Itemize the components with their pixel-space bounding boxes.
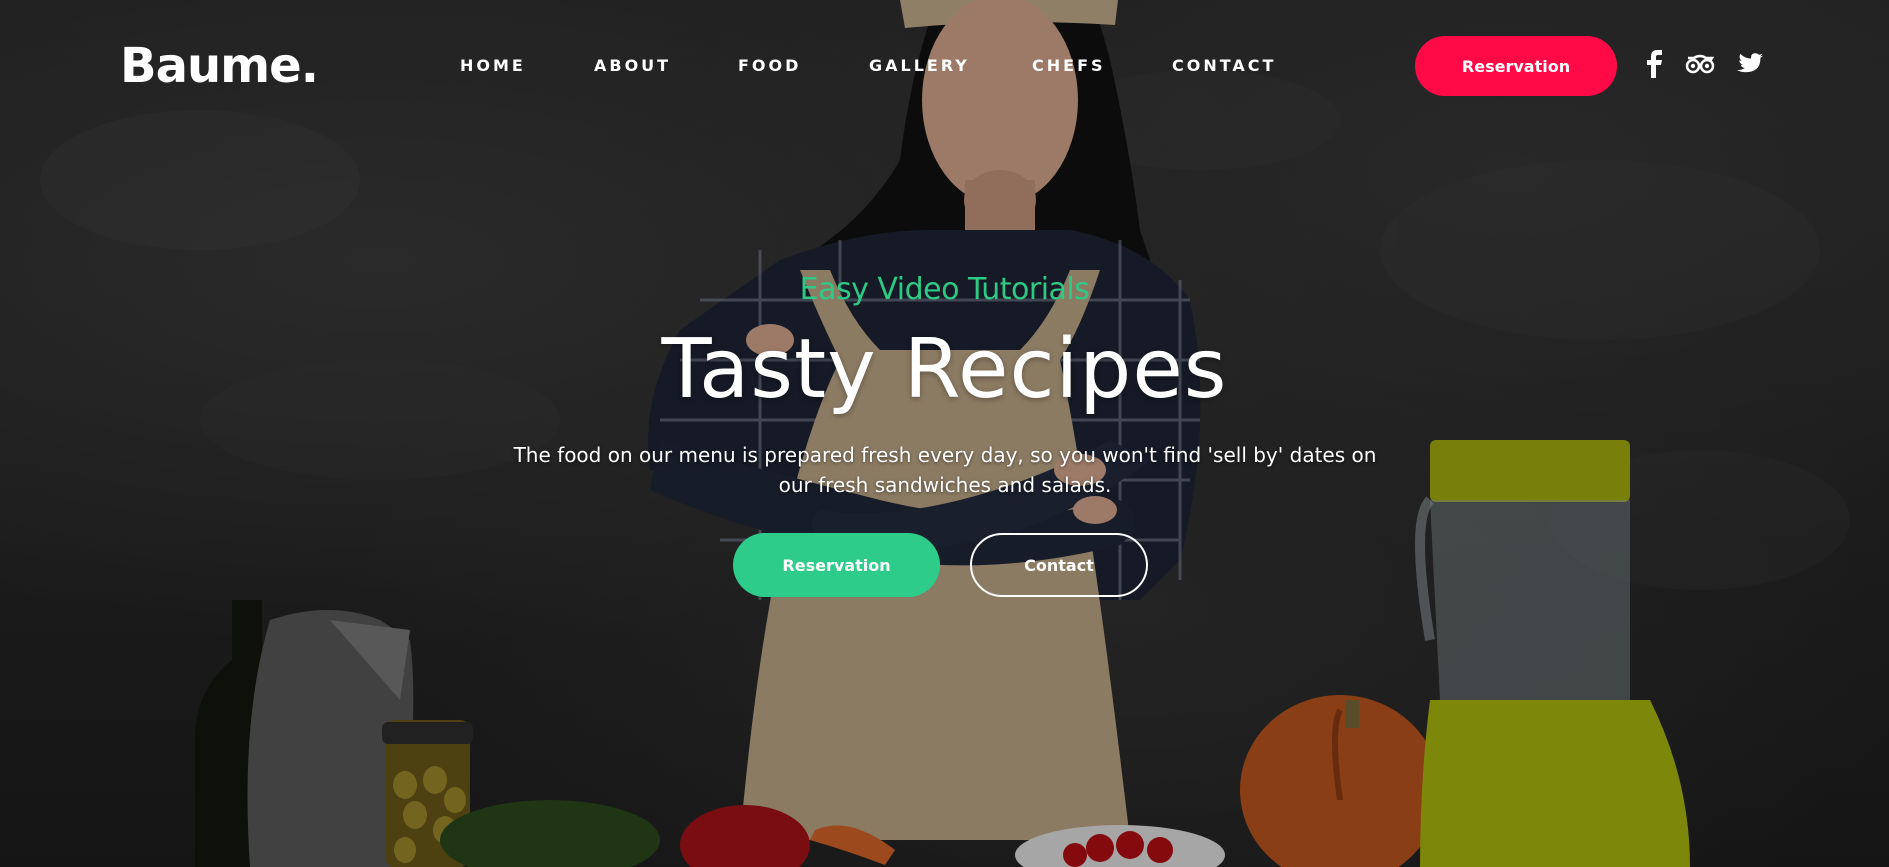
hero-title: Tasty Recipes xyxy=(661,322,1228,417)
nav-home[interactable]: HOME xyxy=(460,56,526,75)
hero-tagline: Easy Video Tutorials xyxy=(799,272,1090,307)
hero-contact-button[interactable]: Contact xyxy=(970,533,1148,597)
hero-reservation-button[interactable]: Reservation xyxy=(733,533,940,597)
hero-section: Baume. HOME ABOUT FOOD GALLERY CHEFS CON… xyxy=(0,0,1889,867)
nav-chefs[interactable]: CHEFS xyxy=(1032,56,1106,75)
hero-description: The food on our menu is prepared fresh e… xyxy=(513,443,1377,497)
site-logo[interactable]: Baume. xyxy=(120,38,319,94)
facebook-icon[interactable] xyxy=(1645,50,1665,78)
nav-contact[interactable]: CONTACT xyxy=(1172,56,1276,75)
header-reservation-button[interactable]: Reservation xyxy=(1415,36,1617,96)
nav-gallery[interactable]: GALLERY xyxy=(869,56,970,75)
nav-about[interactable]: ABOUT xyxy=(594,56,671,75)
tripadvisor-icon[interactable] xyxy=(1685,54,1715,74)
twitter-icon[interactable] xyxy=(1737,53,1763,75)
background-overlay xyxy=(0,0,1889,867)
nav-food[interactable]: FOOD xyxy=(738,56,801,75)
